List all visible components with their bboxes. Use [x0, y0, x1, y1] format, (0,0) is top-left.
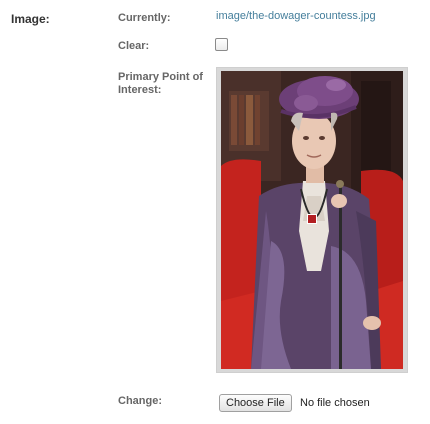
change-label: Change:: [118, 395, 162, 407]
choose-file-button[interactable]: Choose File: [219, 394, 292, 412]
primary-point-of-interest-label: Primary Point of Interest:: [118, 71, 203, 96]
clear-checkbox[interactable]: [215, 38, 228, 51]
poi-marker-icon[interactable]: [307, 214, 317, 224]
clear-label: Clear:: [118, 40, 150, 52]
image-field-label: Image:: [11, 12, 50, 26]
file-status-text: No file chosen: [300, 397, 370, 409]
currently-label: Currently:: [118, 12, 171, 24]
current-image-link[interactable]: image/the-dowager-countess.jpg: [216, 10, 376, 22]
